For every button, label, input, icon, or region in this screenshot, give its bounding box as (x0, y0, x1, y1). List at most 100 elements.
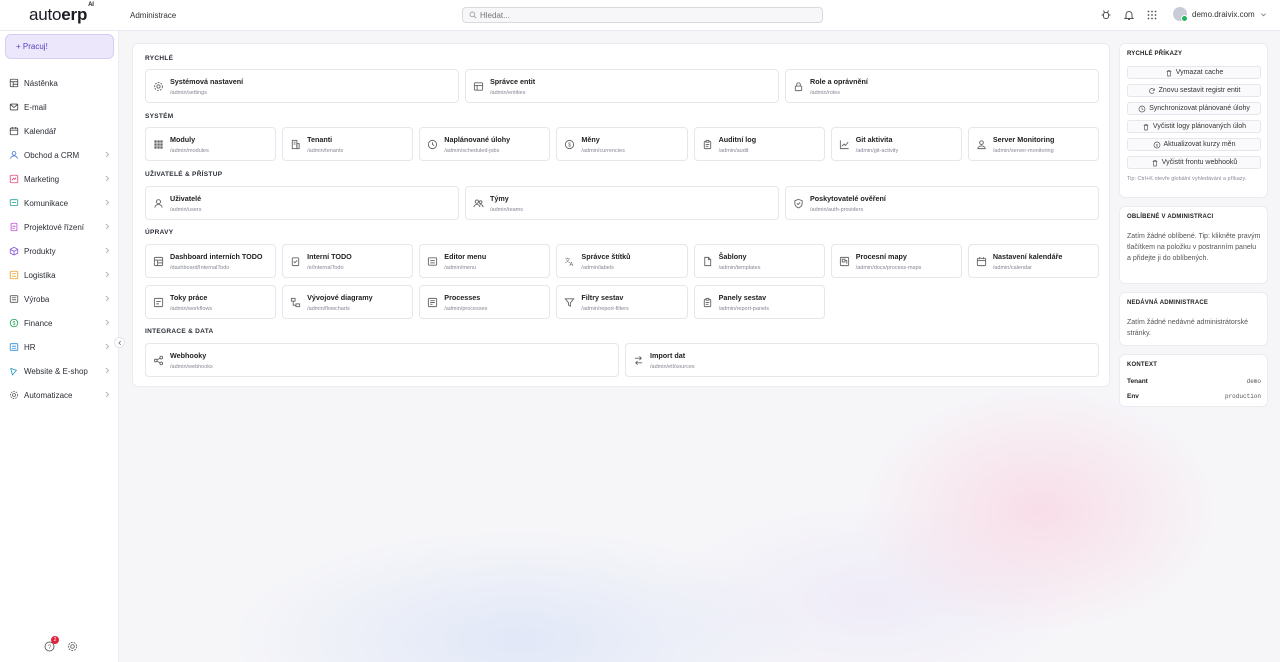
context-row-env: Env production (1127, 393, 1261, 400)
quick-command-button[interactable]: Synchronizovat plánované úlohy (1127, 102, 1261, 115)
search-input[interactable] (480, 10, 810, 20)
section-title: INTEGRACE & DATA (145, 328, 214, 335)
top-bar: autoerpAI Administrace demo.draivix.com (0, 0, 1280, 31)
sidebar-item[interactable]: HR (0, 335, 119, 359)
help-button[interactable]: ? 2 (44, 636, 59, 652)
tile-title: Uživatelé (170, 194, 202, 203)
sidebar-item[interactable]: Produkty (0, 239, 119, 263)
admin-tile[interactable]: Uživatelé/admin/users (145, 186, 459, 220)
settings-gear-icon[interactable] (67, 641, 78, 652)
user-icon (9, 150, 19, 160)
sidebar-nav: Nástěnka E-mail Kalendář Obchod a CRM Market… (0, 71, 119, 407)
quick-commands-panel: RYCHLÉ PŘÍKAZY Vymazat cache Znovu sestav… (1119, 43, 1268, 198)
tile-title: Vývojové diagramy (307, 293, 373, 302)
mail-icon (9, 102, 19, 112)
admin-tile[interactable]: Poskytovatelé ověření/admin/auth-provide… (785, 186, 1099, 220)
quick-command-button[interactable]: Vyčistit frontu webhooků (1127, 156, 1261, 169)
context-row-tenant: Tenant demo (1127, 378, 1261, 385)
svg-text:$: $ (1155, 142, 1158, 147)
tile-path: /e/InternalTodo (307, 265, 344, 271)
admin-tile[interactable]: Interní TODO/e/InternalTodo (282, 244, 414, 278)
file-icon (702, 256, 713, 267)
sidebar-item[interactable]: Projektové řízení (0, 215, 119, 239)
tile-path: /admin/entities (490, 90, 526, 96)
sidebar-item[interactable]: Kalendář (0, 119, 119, 143)
sidebar-item[interactable]: Website & E-shop (0, 359, 119, 383)
sidebar-item[interactable]: Logistika (0, 263, 119, 287)
sidebar-item[interactable]: $ Finance (0, 311, 119, 335)
admin-tile[interactable]: Správce entit/admin/entities (465, 69, 779, 103)
work-button[interactable]: + Pracuj! (5, 34, 114, 59)
quick-command-button[interactable]: Znovu sestavit registr entit (1127, 84, 1261, 97)
admin-tile[interactable]: Šablony/admin/templates (693, 244, 825, 278)
workflow-icon (153, 297, 164, 308)
clock-icon (427, 139, 438, 150)
admin-tile[interactable]: Git aktivita/admin/git-activity (830, 127, 962, 161)
currency-icon: $ (1153, 141, 1161, 149)
chevron-right-icon (104, 199, 110, 206)
admin-tile[interactable]: Systémová nastavení/admin/settings (145, 69, 459, 103)
admin-tile[interactable]: Týmy/admin/teams (465, 186, 779, 220)
shield-icon (793, 198, 804, 209)
context-value: production (1224, 393, 1261, 400)
tile-title: Filtry sestav (581, 293, 624, 302)
quick-command-button[interactable]: Vymazat cache (1127, 66, 1261, 79)
admin-tile[interactable]: Filtry sestav/admin/report-filters (556, 285, 688, 319)
quick-command-button[interactable]: $ Aktualizovat kurzy měn (1127, 138, 1261, 151)
tile-path: /admin/settings (170, 90, 207, 96)
svg-text:A: A (570, 262, 574, 267)
admin-tile[interactable]: Procesní mapy/admin/docs/process-maps (830, 244, 962, 278)
sidebar-item[interactable]: E-mail (0, 95, 119, 119)
tile-title: Nastavení kalendáře (992, 252, 1063, 261)
breadcrumb[interactable]: Administrace (130, 11, 176, 20)
admin-tile[interactable]: $ Měny/admin/currencies (556, 127, 688, 161)
admin-tile[interactable]: Nastavení kalendáře/admin/calendar (967, 244, 1099, 278)
tile-title: Webhooky (170, 351, 207, 360)
app-logo[interactable]: autoerpAI (29, 2, 94, 25)
section-title: RYCHLÉ (145, 55, 174, 62)
bell-icon[interactable] (1123, 9, 1135, 21)
admin-tile[interactable]: Moduly/admin/modules (145, 127, 277, 161)
share-icon (153, 355, 164, 366)
admin-tile[interactable]: Role a oprávnění/admin/roles (785, 69, 1099, 103)
tile-path: /admin/roles (810, 90, 840, 96)
admin-tile[interactable]: Webhooky/admin/webhooks (145, 343, 619, 377)
user-menu[interactable]: demo.draivix.com (1173, 7, 1267, 22)
sidebar-item[interactable]: Automatizace (0, 383, 119, 407)
sidebar-collapse-button[interactable] (114, 337, 125, 348)
admin-tile[interactable]: 文 A Správce štítků/admin/labels (556, 244, 688, 278)
tile-title: Dashboard interních TODO (170, 252, 263, 261)
tile-path: /admin/tenants (307, 148, 344, 154)
chevron-right-icon (104, 223, 110, 230)
admin-tile[interactable]: Dashboard interních TODO/dashboard/Inter… (145, 244, 277, 278)
tile-title: Správce štítků (581, 252, 631, 261)
admin-tile[interactable]: Tenanti/admin/tenants (282, 127, 414, 161)
sidebar-item-label: Finance (24, 318, 53, 328)
quick-command-button[interactable]: Vyčistit logy plánovaných úloh (1127, 120, 1261, 133)
recent-admin-text: Zatím žádné nedávné administrátorské str… (1127, 319, 1249, 337)
tile-title: Auditní log (718, 135, 757, 144)
admin-tile[interactable]: Processes/admin/processes (419, 285, 551, 319)
search-box[interactable] (462, 7, 823, 23)
quick-command-label: Aktualizovat kurzy měn (1163, 141, 1236, 148)
user-email: demo.draivix.com (1192, 9, 1255, 19)
admin-tile[interactable]: Panely sestav/admin/report-panels (693, 285, 825, 319)
admin-tile[interactable]: Toky práce/admin/workflows (145, 285, 277, 319)
admin-tile[interactable]: Editor menu/admin/menu (419, 244, 551, 278)
sidebar-item[interactable]: Výroba (0, 287, 119, 311)
quick-command-label: Vyčistit frontu webhooků (1161, 159, 1238, 166)
admin-tile[interactable]: Naplánované úlohy/admin/scheduled-jobs (419, 127, 551, 161)
list-icon (427, 256, 438, 267)
admin-tile[interactable]: Import dat/admin/etl/sources (625, 343, 1099, 377)
admin-tile[interactable]: Vývojové diagramy/admin/flowcharts (282, 285, 414, 319)
bug-icon[interactable] (1100, 9, 1112, 21)
sidebar-item[interactable]: Marketing (0, 167, 119, 191)
logo-sup: AI (88, 2, 94, 9)
admin-tile[interactable]: Server Monitoring/admin/server-monitorin… (967, 127, 1099, 161)
admin-tile[interactable]: Auditní log/admin/audit (693, 127, 825, 161)
sidebar-item[interactable]: Nástěnka (0, 71, 119, 95)
sidebar-item[interactable]: Komunikace (0, 191, 119, 215)
sidebar-item[interactable]: Obchod a CRM (0, 143, 119, 167)
grid-icon[interactable] (1146, 9, 1158, 21)
sidebar-item-label: HR (24, 342, 36, 352)
